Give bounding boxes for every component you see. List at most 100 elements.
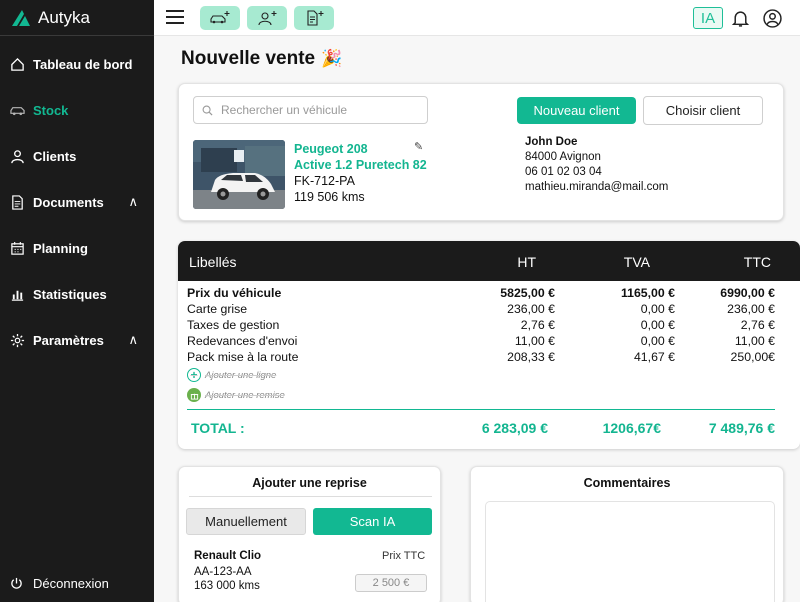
scan-ia-tab[interactable]: Scan IA <box>313 508 432 535</box>
calendar-icon <box>8 239 26 257</box>
sidebar-divider <box>0 35 154 36</box>
add-vehicle-button[interactable] <box>200 6 240 30</box>
price-table: Libellés HT TVA TTC Prix du véhicule 582… <box>178 241 800 449</box>
sidebar-item-tableau-de-bord[interactable]: Tableau de bord <box>0 50 154 78</box>
sidebar-item-statistiques[interactable]: Statistiques <box>0 280 154 308</box>
row-ttc: 11,00 € <box>734 334 775 348</box>
client-email: mathieu.miranda@mail.com <box>525 181 669 193</box>
sidebar-item-label: Documents <box>33 194 104 210</box>
row-label: Pack mise à la route <box>187 350 299 364</box>
total-label: TOTAL : <box>191 420 245 436</box>
row-tva: 1165,00 € <box>620 286 675 300</box>
chevron-up-icon[interactable]: ∧ <box>128 194 138 210</box>
row-ht: 5825,00 € <box>500 286 555 300</box>
row-tva: 0,00 € <box>640 334 675 348</box>
car-plus-icon <box>210 11 230 24</box>
topbar: IA <box>154 0 800 36</box>
bell-icon[interactable] <box>731 9 750 28</box>
trade-in-title: Ajouter une reprise <box>252 476 367 490</box>
car-icon <box>8 101 26 119</box>
sidebar-item-label: Paramètres <box>33 332 104 348</box>
comments-textarea[interactable] <box>485 501 775 602</box>
gear-icon <box>8 331 26 349</box>
new-client-button[interactable]: Nouveau client <box>517 97 636 124</box>
sidebar-item-label: Planning <box>33 240 88 256</box>
row-ttc: 236,00 € <box>727 302 775 316</box>
table-row[interactable]: Redevances d'envoi 11,00 € 0,00 € 11,00 … <box>178 334 800 350</box>
row-tva: 41,67 € <box>633 350 675 364</box>
trade-in-price-label: Prix TTC <box>382 550 426 562</box>
sidebar-item-stock[interactable]: Stock <box>0 96 154 124</box>
plus-circle-icon: + <box>187 368 201 382</box>
row-ttc: 250,00€ <box>730 350 775 364</box>
add-document-button[interactable] <box>294 6 334 30</box>
sidebar: Autyka Tableau de bord Stock Clients Doc… <box>0 0 154 602</box>
add-discount-label: Ajouter une remise <box>205 389 285 401</box>
add-line-label: Ajouter une ligne <box>205 369 277 381</box>
table-row[interactable]: Taxes de gestion 2,76 € 0,00 € 2,76 € <box>178 318 800 334</box>
vehicle-photo[interactable] <box>193 140 285 209</box>
choose-client-button[interactable]: Choisir client <box>643 96 763 125</box>
sidebar-item-label: Clients <box>33 148 77 164</box>
party-icon: 🎉 <box>321 49 343 68</box>
main-content: Nouvelle vente 🎉 Rechercher un véhicule … <box>154 36 800 602</box>
row-ht: 2,76 € <box>520 318 555 332</box>
ia-button[interactable]: IA <box>693 7 723 29</box>
header-label: Libellés <box>189 254 237 270</box>
sidebar-item-label: Statistiques <box>33 286 107 302</box>
menu-icon[interactable] <box>166 10 184 24</box>
app-root: Autyka Tableau de bord Stock Clients Doc… <box>0 0 800 602</box>
row-label: Carte grise <box>187 302 248 316</box>
account-icon[interactable] <box>763 9 782 28</box>
logout-button[interactable]: Déconnexion <box>10 576 109 591</box>
sidebar-item-clients[interactable]: Clients <box>0 142 154 170</box>
client-info: John Doe 84000 Avignon 06 01 02 03 04 ma… <box>525 135 668 195</box>
comments-title: Commentaires <box>583 476 671 490</box>
chevron-up-icon[interactable]: ∧ <box>128 332 138 348</box>
add-line-button[interactable]: + Ajouter une ligne <box>187 368 276 382</box>
vehicle-version: Active 1.2 Puretech 82 <box>294 158 427 172</box>
header-tva: TVA <box>623 254 650 270</box>
vehicle-client-card: Rechercher un véhicule Nouveau client Ch… <box>178 83 784 221</box>
sidebar-item-label: Stock <box>33 102 69 118</box>
row-tva: 0,00 € <box>640 302 675 316</box>
manual-tab[interactable]: Manuellement <box>186 508 306 535</box>
vehicle-kms: 119 506 kms <box>294 190 365 204</box>
logo-icon <box>12 10 30 26</box>
user-plus-icon <box>258 11 277 26</box>
gift-icon <box>187 388 201 402</box>
sidebar-item-documents[interactable]: Documents ∧ <box>0 188 154 216</box>
comments-card: Commentaires <box>470 466 784 602</box>
add-discount-button[interactable]: Ajouter une remise <box>187 388 285 402</box>
document-icon <box>8 193 26 211</box>
trade-in-kms: 163 000 kms <box>194 580 260 592</box>
vehicle-name[interactable]: Peugeot 208 Active 1.2 Puretech 82 <box>294 141 427 173</box>
client-phone: 06 01 02 03 04 <box>525 166 602 178</box>
total-divider <box>187 409 775 410</box>
search-icon <box>202 105 213 116</box>
row-label: Taxes de gestion <box>187 318 280 332</box>
app-name: Autyka <box>38 8 90 27</box>
logout-label: Déconnexion <box>33 576 109 591</box>
chart-icon <box>8 285 26 303</box>
row-label: Redevances d'envoi <box>187 334 298 348</box>
header-ht: HT <box>517 254 536 270</box>
edit-icon[interactable]: ✎ <box>414 140 423 153</box>
app-logo[interactable]: Autyka <box>10 8 90 28</box>
add-client-button[interactable] <box>247 6 287 30</box>
sidebar-item-parametres[interactable]: Paramètres ∧ <box>0 326 154 354</box>
table-row[interactable]: Prix du véhicule 5825,00 € 1165,00 € 699… <box>178 286 800 302</box>
vehicle-plate: FK-712-PA <box>294 174 355 188</box>
total-tva: 1206,67€ <box>602 420 661 436</box>
page-title-text: Nouvelle vente <box>181 48 316 69</box>
trade-in-car-name: Renault Clio <box>194 550 262 562</box>
table-row[interactable]: Carte grise 236,00 € 0,00 € 236,00 € <box>178 302 800 318</box>
row-label: Prix du véhicule <box>187 286 282 300</box>
sidebar-item-planning[interactable]: Planning <box>0 234 154 262</box>
table-row[interactable]: Pack mise à la route 208,33 € 41,67 € 25… <box>178 350 800 366</box>
user-icon <box>8 147 26 165</box>
trade-in-price-input[interactable]: 2 500 € <box>355 574 427 592</box>
power-icon <box>11 577 22 589</box>
vehicle-model: Peugeot 208 <box>294 142 368 156</box>
vehicle-search-input[interactable]: Rechercher un véhicule <box>193 96 428 124</box>
